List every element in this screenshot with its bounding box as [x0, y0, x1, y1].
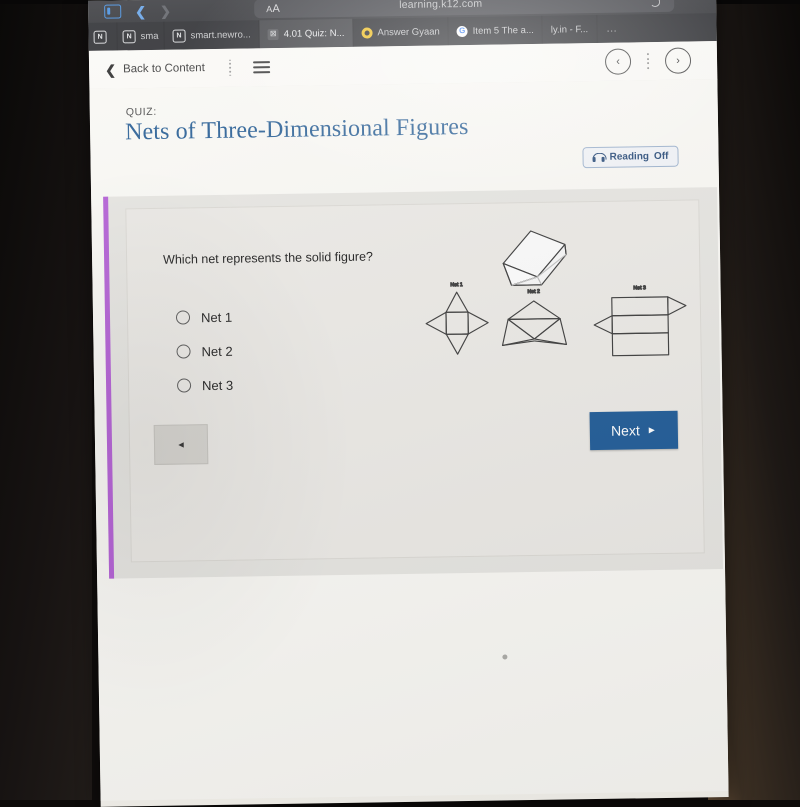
next-button[interactable]: Next ► — [590, 411, 679, 450]
previous-label: ◄ — [176, 439, 185, 449]
net-3-figure — [594, 297, 687, 356]
topnav-right-controls: ‹ › — [605, 47, 691, 74]
radio-icon[interactable] — [177, 378, 191, 392]
yellow-dot-icon — [361, 27, 372, 38]
browser-tab[interactable]: N sma — [117, 22, 164, 51]
reading-state: Off — [654, 151, 669, 162]
tablet-screen: ❮ ❯ AAAA learning.k12.com N N sma — [88, 0, 729, 807]
question-figure: Net 1 Net 2 — [422, 212, 694, 366]
more-vertical-icon[interactable] — [229, 59, 231, 76]
radio-icon[interactable] — [176, 310, 190, 324]
play-triangle-icon: ► — [647, 425, 657, 436]
home-indicator-dot — [502, 654, 507, 659]
browser-back-icon[interactable]: ❮ — [135, 5, 146, 18]
answer-option-net-3[interactable]: Net 3 — [177, 368, 234, 403]
quiz-page: QUIZ: Nets of Three-Dimensional Figures … — [89, 79, 728, 801]
tab-title: smart.newro... — [190, 29, 250, 41]
browser-tab[interactable]: G Item 5 The a... — [449, 16, 544, 45]
net-3-label: Net 3 — [633, 285, 646, 291]
answer-option-label: Net 2 — [201, 343, 232, 358]
reload-icon[interactable] — [650, 0, 660, 7]
nets-diagram: Net 1 Net 2 — [422, 212, 694, 366]
question-text: Which net represents the solid figure? — [163, 247, 373, 270]
browser-tab-active[interactable]: ☒ 4.01 Quiz: N... — [260, 19, 354, 48]
device-bezel-left — [0, 0, 92, 800]
reading-toggle-button[interactable]: Reading Off — [582, 146, 678, 169]
answer-option-label: Net 1 — [201, 309, 232, 324]
question-card: Which net represents the solid figure? N… — [125, 199, 704, 562]
tab-title: Answer Gyaan — [377, 26, 439, 38]
net-2-figure — [502, 300, 567, 345]
circle-chevron-left-icon[interactable]: ‹ — [605, 48, 631, 74]
next-label: Next — [611, 422, 640, 438]
panel-accent-bar — [103, 197, 114, 579]
tab-title: Item 5 The a... — [473, 24, 534, 36]
chevron-left-icon: ❮ — [105, 63, 116, 76]
browser-tab[interactable]: ly.in - F... — [543, 15, 598, 44]
radio-icon[interactable] — [176, 344, 190, 358]
back-to-content-label: Back to Content — [123, 62, 205, 75]
google-icon: G — [457, 25, 468, 36]
page-title: Nets of Three-Dimensional Figures — [125, 114, 469, 146]
newrow-icon: N — [122, 30, 135, 43]
reader-size-icon[interactable]: AAAA — [266, 2, 280, 14]
more-vertical-icon[interactable] — [647, 53, 649, 69]
circle-chevron-right-icon[interactable]: › — [665, 47, 691, 73]
tablet-photo: ❮ ❯ AAAA learning.k12.com N N sma — [0, 0, 800, 800]
answer-options: Net 1 Net 2 Net 3 — [176, 300, 234, 403]
quiz-kicker: QUIZ: — [126, 106, 157, 118]
solid-figure-triangular-prism — [503, 230, 567, 285]
broken-image-icon: ☒ — [268, 28, 279, 39]
browser-tab[interactable]: N — [88, 22, 117, 50]
answer-option-net-2[interactable]: Net 2 — [176, 334, 233, 369]
tab-title: ly.in - F... — [551, 24, 588, 36]
headphones-icon — [592, 153, 604, 162]
back-to-content-button[interactable]: ❮ Back to Content — [105, 62, 205, 77]
browser-tab[interactable]: N smart.newro... — [164, 20, 260, 49]
browser-forward-icon[interactable]: ❯ — [160, 4, 171, 17]
answer-option-label: Net 3 — [202, 377, 233, 392]
answer-option-net-1[interactable]: Net 1 — [176, 300, 233, 335]
address-bar-url: learning.k12.com — [399, 0, 482, 11]
net-1-figure — [426, 292, 489, 355]
newrow-icon: N — [94, 30, 107, 43]
reading-label: Reading — [609, 151, 649, 163]
tab-title: sma — [141, 30, 159, 41]
newrow-icon: N — [172, 29, 185, 42]
tab-overflow-icon[interactable]: … — [597, 14, 627, 42]
net-2-label: Net 2 — [527, 289, 540, 295]
previous-button[interactable]: ◄ — [154, 424, 209, 465]
hamburger-menu-icon[interactable] — [253, 61, 270, 73]
tab-title: 4.01 Quiz: N... — [284, 27, 345, 39]
net-1-label: Net 1 — [450, 282, 463, 288]
browser-tab[interactable]: Answer Gyaan — [353, 17, 449, 46]
question-panel: Which net represents the solid figure? N… — [103, 187, 723, 579]
sidebar-icon[interactable] — [104, 4, 121, 18]
